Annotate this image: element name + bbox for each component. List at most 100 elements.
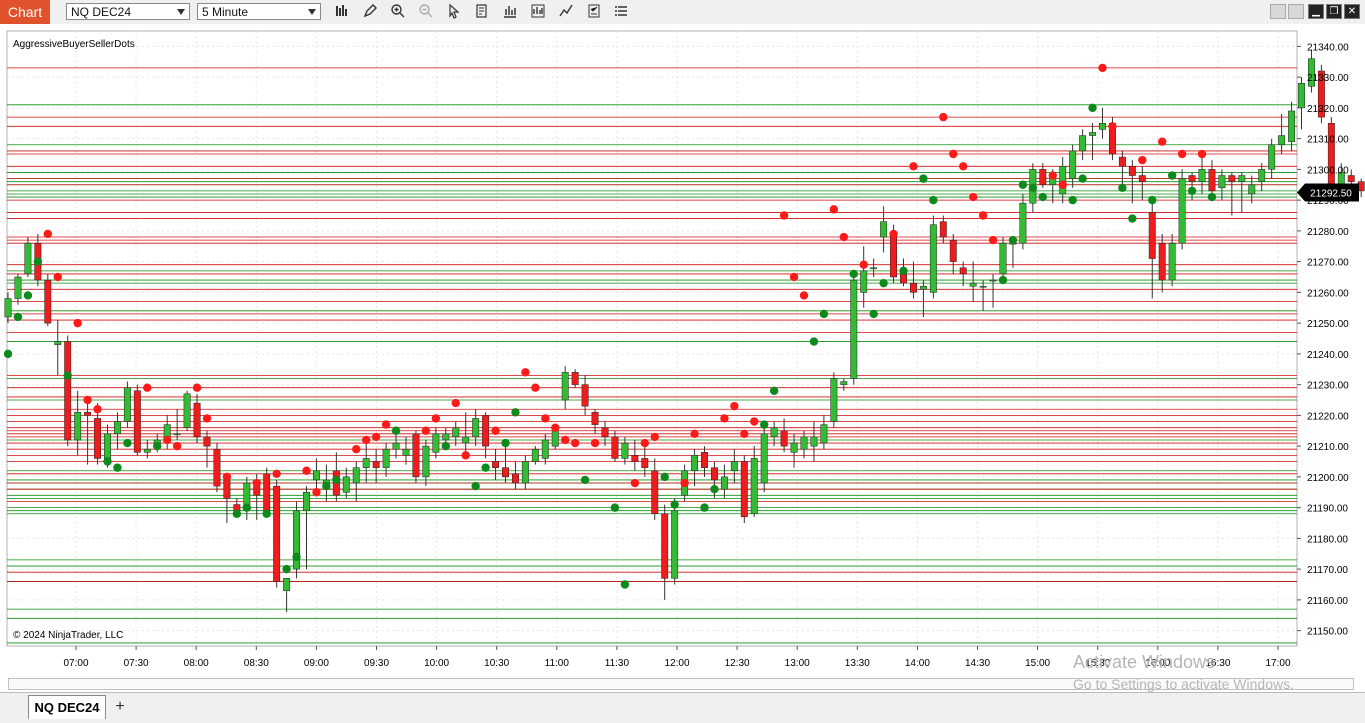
candle-body bbox=[1069, 150, 1077, 179]
zoom-in-icon[interactable] bbox=[389, 3, 407, 21]
y-tick-label: 21320.00 bbox=[1307, 104, 1349, 115]
maximize-icon[interactable]: ❐ bbox=[1326, 4, 1342, 19]
strategy-icon[interactable] bbox=[529, 3, 547, 21]
properties-icon[interactable] bbox=[473, 3, 491, 21]
activation-watermark-subtitle: Go to Settings to activate Windows. bbox=[1073, 676, 1294, 692]
aggressive-seller-dot bbox=[1108, 122, 1117, 131]
candle-body bbox=[790, 442, 798, 453]
candle-body bbox=[919, 285, 927, 290]
tab-nq-dec24[interactable]: NQ DEC24 bbox=[28, 695, 106, 719]
y-tick-label: 21200.00 bbox=[1307, 473, 1349, 484]
candle-body bbox=[273, 485, 281, 582]
aggressive-seller-dot bbox=[959, 162, 968, 171]
candle-body bbox=[1089, 132, 1096, 136]
aggressive-seller-dot bbox=[202, 414, 212, 423]
aggressive-seller-dot bbox=[590, 438, 600, 448]
aggressive-seller-dot bbox=[371, 432, 381, 442]
candle-body bbox=[1039, 169, 1047, 185]
aggressive-seller-dot bbox=[192, 383, 202, 392]
aggressive-buyer-dot bbox=[13, 312, 23, 322]
candle-body bbox=[1248, 184, 1256, 195]
aggressive-seller-dot bbox=[143, 383, 152, 392]
aggressive-buyer-dot bbox=[153, 441, 162, 451]
candle-body bbox=[1128, 166, 1136, 176]
pointer-icon[interactable] bbox=[445, 3, 463, 21]
candle-body bbox=[850, 279, 858, 379]
price-chart[interactable]: 21150.00 21160.00 21170.00 21180.00 21190.00… bbox=[0, 24, 1365, 692]
candle-body bbox=[711, 467, 718, 481]
aggressive-seller-dot bbox=[909, 162, 918, 171]
aggressive-seller-dot bbox=[690, 429, 699, 439]
aggressive-buyer-dot bbox=[819, 309, 829, 319]
candle bbox=[133, 384, 141, 456]
aggressive-seller-dot bbox=[541, 414, 550, 423]
candle bbox=[830, 372, 838, 428]
y-tick-label: 21220.00 bbox=[1307, 411, 1349, 422]
aggressive-buyer-dot bbox=[1068, 195, 1077, 205]
candle-body bbox=[412, 433, 420, 478]
pencil-icon[interactable] bbox=[361, 3, 379, 21]
candle-body bbox=[770, 427, 778, 438]
x-tick-label: 13:00 bbox=[785, 658, 810, 669]
candle bbox=[760, 427, 768, 493]
aggressive-seller-dot bbox=[1098, 63, 1107, 73]
restore-icon[interactable] bbox=[1270, 4, 1286, 19]
add-tab-button[interactable]: + bbox=[110, 695, 130, 719]
menu-icon[interactable] bbox=[613, 3, 631, 21]
candle-body bbox=[561, 372, 569, 401]
current-price-label: 21292.50 bbox=[1310, 188, 1352, 199]
candle-body bbox=[661, 513, 669, 579]
candle-body bbox=[890, 233, 897, 278]
pin-icon[interactable] bbox=[1288, 4, 1304, 19]
aggressive-buyer-dot bbox=[1128, 214, 1137, 223]
aggressive-seller-dot bbox=[939, 112, 948, 122]
aggressive-buyer-dot bbox=[769, 386, 779, 395]
properties-list-icon[interactable] bbox=[585, 3, 603, 21]
candle-body bbox=[472, 418, 480, 438]
candle-body bbox=[979, 285, 987, 288]
aggressive-buyer-dot bbox=[501, 438, 510, 448]
candle-body bbox=[173, 433, 181, 436]
aggressive-seller-dot bbox=[83, 395, 92, 405]
bars-icon[interactable] bbox=[333, 3, 351, 21]
candle-body bbox=[571, 372, 579, 385]
y-tick-label: 21270.00 bbox=[1307, 258, 1349, 269]
interval-selector[interactable]: 5 Minute bbox=[197, 3, 321, 20]
aggressive-buyer-dot bbox=[809, 337, 819, 346]
zoom-out-icon[interactable] bbox=[417, 3, 435, 21]
candle bbox=[671, 498, 679, 585]
aggressive-seller-dot bbox=[889, 229, 898, 239]
aggressive-seller-dot bbox=[252, 478, 261, 488]
aggressive-seller-dot bbox=[312, 488, 321, 497]
aggressive-buyer-dot bbox=[929, 195, 938, 205]
data-box-icon[interactable] bbox=[501, 3, 519, 21]
candle-body bbox=[641, 458, 649, 468]
candle-body bbox=[123, 387, 131, 422]
aggressive-seller-dot bbox=[362, 435, 371, 445]
chart-window-tab[interactable]: Chart bbox=[0, 0, 50, 24]
aggressive-buyer-dot bbox=[481, 463, 490, 472]
candle-body bbox=[342, 476, 350, 493]
candle-body bbox=[1099, 123, 1106, 130]
aggressive-buyer-dot bbox=[1187, 186, 1197, 196]
aggressive-seller-dot bbox=[73, 318, 82, 328]
candle-body bbox=[1258, 169, 1266, 182]
x-tick-label: 10:00 bbox=[424, 658, 449, 669]
candle-body bbox=[1228, 175, 1236, 182]
candle bbox=[1327, 117, 1335, 194]
y-tick-label: 21150.00 bbox=[1307, 627, 1348, 638]
share-icon[interactable] bbox=[557, 3, 575, 21]
instrument-selector[interactable]: NQ DEC24 bbox=[66, 3, 190, 20]
candle-body bbox=[701, 452, 708, 468]
candle-body bbox=[223, 479, 231, 499]
minimize-icon[interactable]: ▁ bbox=[1308, 4, 1324, 19]
y-tick-label: 21250.00 bbox=[1307, 319, 1349, 330]
x-tick-label: 11:00 bbox=[545, 658, 570, 669]
aggressive-buyer-dot bbox=[232, 509, 242, 518]
close-icon[interactable]: ✕ bbox=[1344, 4, 1360, 19]
candle-body bbox=[442, 433, 450, 441]
candle-body bbox=[1059, 166, 1067, 195]
aggressive-buyer-dot bbox=[103, 457, 112, 466]
candle-body bbox=[24, 242, 32, 275]
aggressive-seller-dot bbox=[1177, 149, 1187, 159]
